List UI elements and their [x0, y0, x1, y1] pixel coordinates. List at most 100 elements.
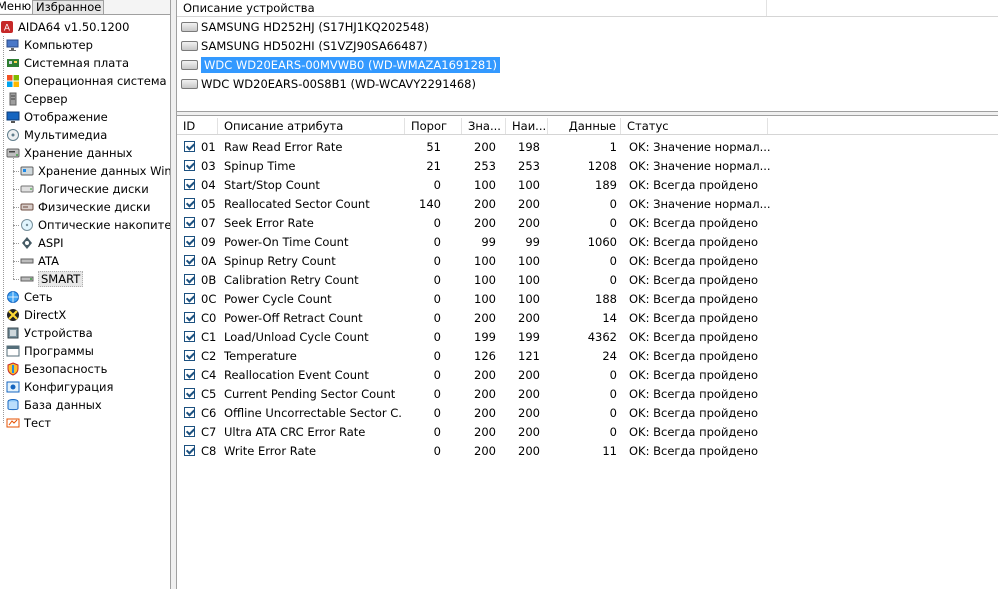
cell-worst: 200 [518, 425, 540, 439]
device-item[interactable]: WDC WD20EARS-00S8B1 (WD-WCAVY2291468) [181, 75, 476, 93]
row-checkbox[interactable] [184, 236, 195, 247]
row-checkbox[interactable] [184, 293, 195, 304]
tree-item-aspi[interactable]: ASPI [20, 234, 64, 252]
table-row[interactable]: 09 Power-On Time Count 0 99 99 1060 OK: Всегда… [177, 233, 998, 252]
column-header-description[interactable]: Описание атрибута [218, 118, 405, 134]
column-header-value[interactable]: Зна... [462, 118, 506, 134]
tree-item-security-shield[interactable]: Безопасность [6, 360, 107, 378]
tree-item-storage-win[interactable]: Хранение данных Win [20, 162, 170, 180]
table-row[interactable]: 07 Seek Error Rate 0 200 200 0 OK: Всегда прой… [177, 214, 998, 233]
row-checkbox[interactable] [184, 312, 195, 323]
table-row[interactable]: 0A Spinup Retry Count 0 100 100 0 OK: Всегда п… [177, 252, 998, 271]
column-header-worst[interactable]: Наи... [506, 118, 548, 134]
table-row[interactable]: 05 Reallocated Sector Count 140 200 200 0 OK: … [177, 195, 998, 214]
tree-item-multimedia[interactable]: Мультимедиа [6, 126, 107, 144]
row-checkbox[interactable] [184, 350, 195, 361]
tree-item-server[interactable]: Сервер [6, 90, 68, 108]
table-row[interactable]: C8 Write Error Rate 0 200 200 11 OK: Всегда пр… [177, 442, 998, 461]
table-row[interactable]: C1 Load/Unload Cycle Count 0 199 199 4362 OK: … [177, 328, 998, 347]
tree-item-windows-logo[interactable]: Операционная система [6, 72, 167, 90]
cell-threshold: 0 [433, 387, 441, 401]
tree-item-storage[interactable]: Хранение данных [6, 144, 132, 162]
column-header-data[interactable]: Данные [548, 118, 621, 134]
column-header-threshold[interactable]: Порог [405, 118, 462, 134]
table-row[interactable]: C2 Temperature 0 126 121 24 OK: Всегда пройден… [177, 347, 998, 366]
table-row[interactable]: 0C Power Cycle Count 0 100 100 188 OK: Всегда … [177, 290, 998, 309]
vertical-splitter[interactable] [170, 0, 177, 589]
cell-status: OK: Значение нормал... [629, 197, 771, 211]
row-checkbox[interactable] [184, 388, 195, 399]
table-row[interactable]: 0B Calibration Retry Count 0 100 100 0 OK: Все… [177, 271, 998, 290]
motherboard-icon [6, 56, 20, 70]
cell-threshold: 0 [433, 273, 441, 287]
tree-item-database[interactable]: База данных [6, 396, 102, 414]
tree-item-motherboard[interactable]: Системная плата [6, 54, 129, 72]
row-checkbox[interactable] [184, 426, 195, 437]
device-description-column-header[interactable]: Описание устройства [177, 0, 767, 16]
row-checkbox[interactable] [184, 160, 195, 171]
tree-item-label: Хранение данных [24, 146, 133, 160]
tree-item-directx[interactable]: DirectX [6, 306, 66, 324]
cell-status: OK: Всегда пройдено [629, 425, 759, 439]
tree-item-programs[interactable]: Программы [6, 342, 94, 360]
tree-item-computer[interactable]: Компьютер [6, 36, 93, 54]
cell-data: 0 [609, 273, 617, 287]
cell-value: 126 [474, 349, 496, 363]
device-item[interactable]: SAMSUNG HD502HI (S1VZJ90SA66487) [181, 37, 428, 55]
tree-item-benchmark[interactable]: Тест [6, 414, 51, 432]
row-checkbox[interactable] [184, 179, 195, 190]
column-header-status[interactable]: Статус [621, 118, 768, 134]
row-checkbox[interactable] [184, 445, 195, 456]
row-checkbox[interactable] [184, 369, 195, 380]
cell-description: Spinup Retry Count [224, 254, 336, 268]
row-checkbox[interactable] [184, 331, 195, 342]
row-checkbox[interactable] [184, 255, 195, 266]
table-row[interactable]: C4 Reallocation Event Count 0 200 200 0 OK: Вс… [177, 366, 998, 385]
cell-id: 05 [201, 197, 216, 211]
cell-value: 199 [474, 330, 496, 344]
tree-item-physical-drive[interactable]: Физические диски [20, 198, 150, 216]
cell-status: OK: Всегда пройдено [629, 311, 759, 325]
device-item[interactable]: SAMSUNG HD252HJ (S17HJ1KQ202548) [181, 18, 429, 36]
horizontal-splitter[interactable] [177, 111, 998, 116]
cell-id: C5 [201, 387, 217, 401]
svg-text:A: A [4, 24, 11, 34]
table-row[interactable]: 01 Raw Read Error Rate 51 200 198 1 OK: Значен… [177, 138, 998, 157]
tab-favorites[interactable]: Избранное [32, 0, 104, 14]
tree-guide-line [3, 36, 4, 423]
cell-worst: 200 [518, 216, 540, 230]
row-checkbox[interactable] [184, 407, 195, 418]
tree-item-network[interactable]: Сеть [6, 288, 53, 306]
cell-status: OK: Всегда пройдено [629, 178, 759, 192]
device-item[interactable]: WDC WD20EARS-00MVWB0 (WD-WMAZA1691281) [181, 56, 501, 74]
tree-item-logical-drive[interactable]: Логические диски [20, 180, 149, 198]
tree-item-ata[interactable]: ATA [20, 252, 59, 270]
column-header-id[interactable]: ID [177, 118, 218, 134]
cell-threshold: 0 [433, 292, 441, 306]
row-checkbox[interactable] [184, 141, 195, 152]
table-row[interactable]: C0 Power-Off Retract Count 0 200 200 14 OK: Вс… [177, 309, 998, 328]
tree-item-label: Устройства [24, 326, 93, 340]
table-row[interactable]: C6 Offline Uncorrectable Sector C... 0 200 2… [177, 404, 998, 423]
cell-description: Offline Uncorrectable Sector C... [224, 406, 402, 420]
cell-description: Current Pending Sector Count [224, 387, 396, 401]
row-checkbox[interactable] [184, 198, 195, 209]
table-row[interactable]: 04 Start/Stop Count 0 100 100 189 OK: Всегда п… [177, 176, 998, 195]
table-row[interactable]: C7 Ultra ATA CRC Error Rate 0 200 200 0 OK: Вс… [177, 423, 998, 442]
tree-item-monitor[interactable]: Отображение [6, 108, 108, 126]
tree-item-configuration[interactable]: Конфигурация [6, 378, 113, 396]
cell-id: 07 [201, 216, 216, 230]
cell-status: OK: Всегда пройдено [629, 273, 759, 287]
cell-description: Power-On Time Count [224, 235, 349, 249]
cell-threshold: 0 [433, 254, 441, 268]
cell-status: OK: Всегда пройдено [629, 444, 759, 458]
table-row[interactable]: 03 Spinup Time 21 253 253 1208 OK: Значение но… [177, 157, 998, 176]
cell-value: 200 [474, 444, 496, 458]
tree-item-devices[interactable]: Устройства [6, 324, 93, 342]
tree-item-smart[interactable]: SMART [20, 270, 84, 288]
row-checkbox[interactable] [184, 217, 195, 228]
tree-item-aida64-logo[interactable]: A AIDA64 v1.50.1200 [0, 18, 129, 36]
tree-item-optical-drive[interactable]: Оптические накопите [20, 216, 170, 234]
row-checkbox[interactable] [184, 274, 195, 285]
table-row[interactable]: C5 Current Pending Sector Count 0 200 200 0 OK… [177, 385, 998, 404]
